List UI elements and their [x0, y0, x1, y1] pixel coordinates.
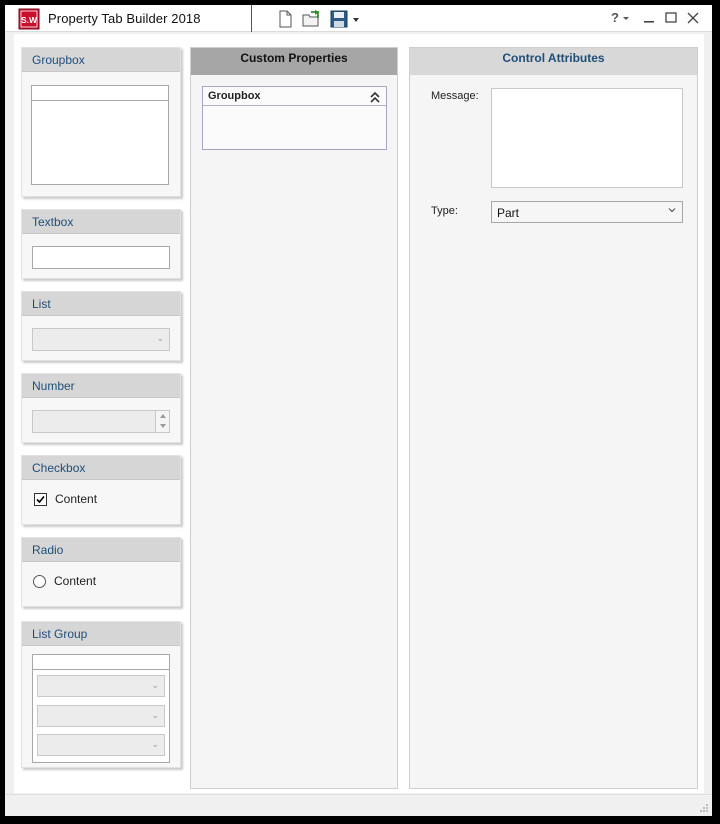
number-preview [32, 410, 170, 433]
checkmark-icon [36, 495, 45, 504]
main-area: Groupbox Textbox List ⌄ Number Checkbox … [14, 34, 704, 793]
double-chevron-up-icon[interactable] [369, 90, 381, 104]
new-document-icon[interactable] [275, 9, 295, 29]
palette-list-group-title: List Group [22, 622, 180, 646]
textbox-preview [32, 246, 170, 269]
help-label: ? [611, 10, 619, 25]
chevron-down-icon: ⌄ [151, 710, 159, 720]
maximize-icon[interactable] [663, 9, 679, 27]
help-button[interactable]: ? [611, 10, 631, 26]
chevron-down-icon: ⌄ [151, 680, 159, 690]
palette-radio[interactable]: Radio Content [21, 537, 181, 607]
control-attributes-panel: Control Attributes Message: Type: Part [409, 47, 698, 789]
custom-groupbox-label: Groupbox [208, 90, 261, 102]
custom-groupbox[interactable]: Groupbox [202, 86, 387, 150]
app-logo-icon: S.W [18, 8, 40, 30]
radio-preview [33, 575, 46, 588]
palette-checkbox[interactable]: Checkbox Content [21, 455, 181, 525]
custom-properties-panel: Custom Properties Groupbox [190, 47, 398, 789]
spinner-down-icon [160, 424, 166, 428]
save-icon[interactable] [329, 9, 349, 29]
chevron-down-icon: ⌄ [156, 333, 164, 343]
title-divider [251, 5, 252, 32]
groupbox-preview-header [32, 86, 168, 101]
app-logo-text: S.W [21, 15, 38, 25]
window-title: Property Tab Builder 2018 [48, 11, 201, 26]
palette-list-group[interactable]: List Group ⌄ ⌄ ⌄ [21, 621, 181, 768]
palette-radio-title: Radio [22, 538, 180, 562]
list-group-select-1: ⌄ [37, 675, 165, 697]
window-frame: S.W Property Tab Builder 2018 ? Groupbox… [5, 5, 712, 816]
status-bar [5, 794, 712, 816]
palette-list[interactable]: List ⌄ [21, 291, 181, 361]
palette-textbox-title: Textbox [22, 210, 180, 234]
list-group-preview-header [33, 655, 169, 670]
groupbox-preview [31, 85, 169, 185]
palette-groupbox-title: Groupbox [22, 48, 180, 72]
app-window: S.W Property Tab Builder 2018 ? Groupbox… [0, 0, 720, 824]
chevron-down-icon [668, 208, 676, 213]
chevron-down-icon: ⌄ [151, 739, 159, 749]
palette-list-title: List [22, 292, 180, 316]
list-preview: ⌄ [32, 328, 170, 351]
close-icon[interactable] [684, 8, 702, 28]
radio-preview-label: Content [54, 574, 97, 588]
checkbox-preview [34, 493, 47, 506]
save-dropdown-arrow-icon[interactable] [351, 9, 361, 29]
help-dropdown-arrow-icon [623, 17, 629, 20]
type-select[interactable]: Part [491, 201, 683, 223]
type-select-value: Part [497, 206, 520, 220]
list-group-select-3: ⌄ [37, 734, 165, 756]
checkbox-preview-label: Content [55, 492, 98, 506]
palette-textbox[interactable]: Textbox [21, 209, 181, 279]
palette-groupbox[interactable]: Groupbox [21, 47, 181, 197]
custom-properties-title: Custom Properties [191, 48, 397, 75]
message-field[interactable] [491, 88, 683, 188]
open-folder-icon[interactable] [301, 9, 321, 29]
number-spinner [155, 411, 169, 432]
custom-groupbox-header: Groupbox [203, 87, 386, 106]
spinner-up-icon [160, 414, 166, 418]
type-label: Type: [431, 205, 458, 217]
palette-checkbox-title: Checkbox [22, 456, 180, 480]
title-bar: S.W Property Tab Builder 2018 ? [5, 5, 712, 32]
minimize-icon[interactable] [641, 9, 657, 27]
resize-grip-icon[interactable] [699, 803, 709, 813]
list-group-preview: ⌄ ⌄ ⌄ [32, 654, 170, 763]
palette-number[interactable]: Number [21, 373, 181, 443]
message-label: Message: [431, 90, 479, 102]
palette-number-title: Number [22, 374, 180, 398]
list-group-select-2: ⌄ [37, 705, 165, 727]
control-attributes-title: Control Attributes [410, 48, 697, 75]
